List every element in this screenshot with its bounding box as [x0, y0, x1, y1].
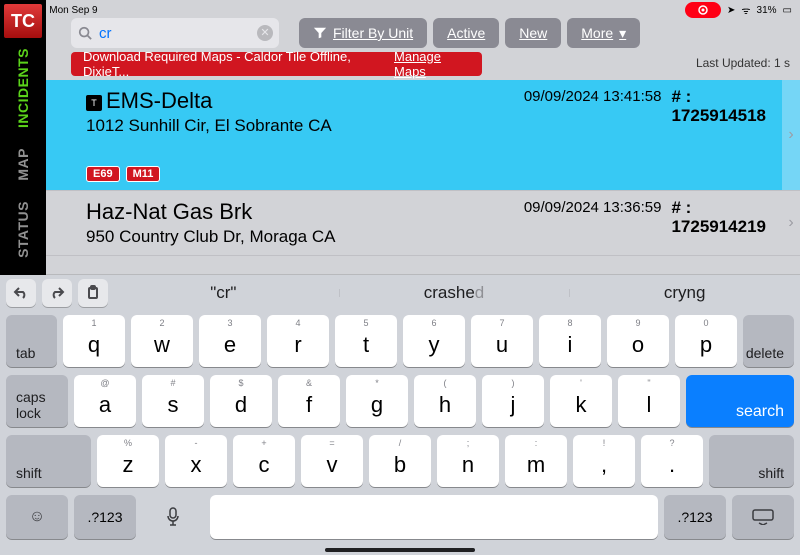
- key-u[interactable]: 7u: [471, 315, 533, 367]
- incident-title: EMS-Delta: [106, 88, 212, 114]
- unit-tags: E69 M11: [86, 166, 766, 182]
- keyboard-icon: [752, 509, 774, 525]
- filter-by-unit-button[interactable]: Filter By Unit: [299, 18, 427, 48]
- incident-number: # :1725914518: [671, 88, 766, 125]
- key-i[interactable]: 8i: [539, 315, 601, 367]
- more-button[interactable]: More▾: [567, 18, 640, 48]
- key-capslock[interactable]: caps lock: [6, 375, 68, 427]
- key-hide-keyboard[interactable]: [732, 495, 794, 539]
- chevron-down-icon: ▾: [619, 25, 626, 42]
- incident-timestamp: 09/09/2024 13:41:58: [524, 88, 662, 125]
- search-input[interactable]: [99, 25, 271, 42]
- chevron-right-icon[interactable]: ›: [782, 203, 800, 243]
- incident-type-icon: T: [86, 95, 102, 111]
- sidebar-tab-map[interactable]: MAP: [15, 138, 31, 191]
- incident-timestamp: 09/09/2024 13:36:59: [524, 199, 662, 236]
- key-emoji[interactable]: ☺: [6, 495, 68, 539]
- key-h[interactable]: (h: [414, 375, 476, 427]
- key-space[interactable]: [210, 495, 658, 539]
- suggestion[interactable]: crashed: [339, 283, 570, 303]
- key-w[interactable]: 2w: [131, 315, 193, 367]
- unit-tag[interactable]: M11: [126, 166, 161, 182]
- key-d[interactable]: $d: [210, 375, 272, 427]
- redo-button[interactable]: [42, 279, 72, 307]
- key-p[interactable]: 0p: [675, 315, 737, 367]
- key-,[interactable]: !,: [573, 435, 635, 487]
- home-indicator[interactable]: [325, 548, 475, 552]
- key-n[interactable]: ;n: [437, 435, 499, 487]
- key-search[interactable]: search: [686, 375, 794, 427]
- key-z[interactable]: %z: [97, 435, 159, 487]
- mic-icon: [165, 507, 181, 527]
- key-delete[interactable]: delete: [743, 315, 794, 367]
- onscreen-keyboard: "cr" crashed cryng tab 1q2w3e4r5t6y7u8i9…: [0, 275, 800, 555]
- last-updated: Last Updated: 1 s: [696, 56, 790, 70]
- key-c[interactable]: +c: [233, 435, 295, 487]
- key-t[interactable]: 5t: [335, 315, 397, 367]
- alert-banner[interactable]: Download Required Maps - Caldor Tile Off…: [71, 52, 482, 76]
- suggestion[interactable]: "cr": [108, 283, 339, 303]
- search-icon: [78, 26, 92, 40]
- chevron-right-icon[interactable]: ›: [782, 80, 800, 190]
- header: ✕ Filter By Unit Active New More▾: [46, 0, 800, 54]
- app-logo[interactable]: TC: [4, 4, 42, 38]
- sidebar-tab-status[interactable]: STATUS: [15, 191, 31, 268]
- undo-button[interactable]: [6, 279, 36, 307]
- keyboard-toolbar: "cr" crashed cryng: [0, 275, 800, 311]
- key-a[interactable]: @a: [74, 375, 136, 427]
- key-k[interactable]: 'k: [550, 375, 612, 427]
- manage-maps-link[interactable]: Manage Maps: [394, 49, 470, 79]
- key-m[interactable]: :m: [505, 435, 567, 487]
- suggestion[interactable]: cryng: [569, 283, 800, 303]
- key-y[interactable]: 6y: [403, 315, 465, 367]
- active-button[interactable]: Active: [433, 18, 499, 48]
- key-s[interactable]: #s: [142, 375, 204, 427]
- filter-label: Filter By Unit: [333, 25, 413, 41]
- incident-title: Haz-Nat Gas Brk: [86, 199, 252, 225]
- incident-number: # :1725914219: [671, 199, 766, 236]
- clear-search-icon[interactable]: ✕: [257, 25, 273, 41]
- sidebar-tab-incidents[interactable]: INCIDENTS: [15, 38, 31, 138]
- key-g[interactable]: *g: [346, 375, 408, 427]
- key-j[interactable]: )j: [482, 375, 544, 427]
- key-o[interactable]: 9o: [607, 315, 669, 367]
- new-button[interactable]: New: [505, 18, 561, 48]
- alert-text: Download Required Maps - Caldor Tile Off…: [83, 49, 376, 79]
- key-l[interactable]: "l: [618, 375, 680, 427]
- unit-tag[interactable]: E69: [86, 166, 120, 182]
- incident-list: T EMS-Delta 1012 Sunhill Cir, El Sobrant…: [46, 80, 800, 275]
- search-field[interactable]: ✕: [71, 18, 279, 48]
- key-tab[interactable]: tab: [6, 315, 57, 367]
- key-.[interactable]: ?.: [641, 435, 703, 487]
- suggestion-bar: "cr" crashed cryng: [108, 283, 800, 303]
- key-shift-right[interactable]: shift: [709, 435, 794, 487]
- key-shift-left[interactable]: shift: [6, 435, 91, 487]
- clipboard-button[interactable]: [78, 279, 108, 307]
- incident-row[interactable]: Haz-Nat Gas Brk 950 Country Club Dr, Mor…: [46, 191, 800, 256]
- incident-row[interactable]: T EMS-Delta 1012 Sunhill Cir, El Sobrant…: [46, 80, 800, 191]
- sidebar: TC INCIDENTS MAP STATUS: [0, 0, 46, 275]
- key-symbols-right[interactable]: .?123: [664, 495, 726, 539]
- key-x[interactable]: -x: [165, 435, 227, 487]
- key-dictation[interactable]: [142, 495, 204, 539]
- key-e[interactable]: 3e: [199, 315, 261, 367]
- key-v[interactable]: =v: [301, 435, 363, 487]
- funnel-icon: [313, 26, 327, 40]
- key-f[interactable]: &f: [278, 375, 340, 427]
- key-symbols-left[interactable]: .?123: [74, 495, 136, 539]
- key-r[interactable]: 4r: [267, 315, 329, 367]
- key-q[interactable]: 1q: [63, 315, 125, 367]
- key-b[interactable]: /b: [369, 435, 431, 487]
